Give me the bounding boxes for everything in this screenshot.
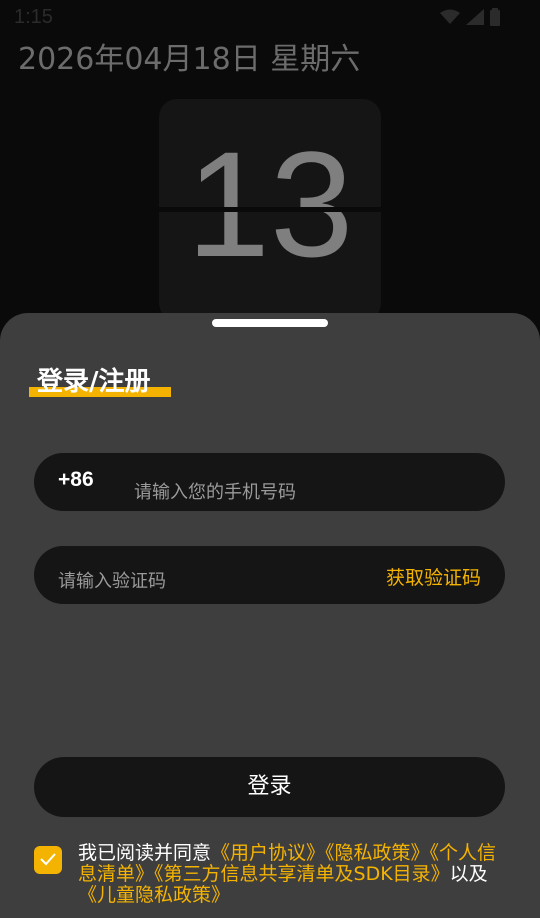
agreement-text: 我已阅读并同意《用户协议》《隐私政策》《个人信息清单》《第三方信息共享清单及SD… xyxy=(78,843,504,906)
flip-clock: 13 xyxy=(159,99,381,321)
phone-input[interactable] xyxy=(134,477,464,507)
login-title: 登录/注册 xyxy=(37,367,151,397)
sheet-drag-handle[interactable] xyxy=(212,319,328,327)
user-agreement-link[interactable]: 《用户协议》 xyxy=(211,842,325,864)
agreement-checkbox[interactable] xyxy=(34,846,62,874)
agreement-prefix: 我已阅读并同意 xyxy=(78,842,212,864)
wifi-icon xyxy=(440,9,460,25)
get-code-button[interactable]: 获取验证码 xyxy=(386,563,481,590)
status-bar: 1:15 xyxy=(0,0,540,34)
login-sheet: 登录/注册 +86 获取验证码 登录 我已阅读并同意《用户协议》《隐私政策》《个… xyxy=(0,313,540,918)
clock-split-line xyxy=(159,207,381,212)
date-label: 2026年04月18日 星期六 xyxy=(18,42,361,77)
country-code-prefix[interactable]: +86 xyxy=(58,468,94,492)
phone-field: +86 xyxy=(34,453,505,511)
check-icon xyxy=(39,851,57,870)
verification-code-input[interactable] xyxy=(58,566,318,596)
verification-code-field: 获取验证码 xyxy=(34,546,505,604)
login-title-group: 登录/注册 xyxy=(29,361,171,399)
child-privacy-policy-link[interactable]: 《儿童隐私政策》 xyxy=(78,884,230,906)
clock-digits: 13 xyxy=(186,120,354,288)
battery-icon xyxy=(490,8,500,26)
privacy-policy-link[interactable]: 《隐私政策》 xyxy=(325,842,430,864)
status-icons xyxy=(440,8,500,26)
status-time: 1:15 xyxy=(14,6,53,28)
signal-icon xyxy=(466,9,484,25)
third-party-sdk-list-link[interactable]: 《第三方信息共享清单及SDK目录》 xyxy=(154,863,450,885)
login-button[interactable]: 登录 xyxy=(34,757,505,817)
agreement-middle: 以及 xyxy=(449,863,488,885)
